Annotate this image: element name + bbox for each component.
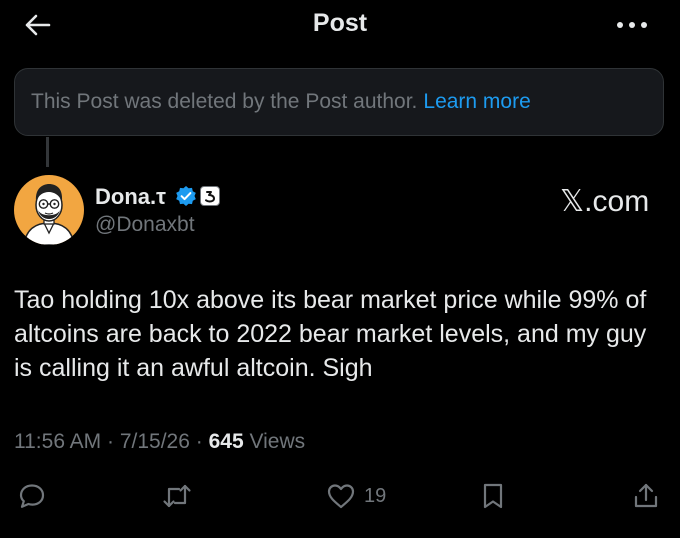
reply-icon bbox=[19, 484, 45, 508]
action-bar: 19 bbox=[0, 476, 680, 516]
deleted-post-notice: This Post was deleted by the Post author… bbox=[14, 68, 664, 136]
heart-icon bbox=[327, 484, 355, 509]
share-icon bbox=[634, 483, 658, 508]
views-count: 645 bbox=[208, 430, 244, 453]
bookmark-icon bbox=[483, 483, 503, 509]
x-com-watermark: 𝕏.com bbox=[560, 185, 650, 218]
author-handle[interactable]: @Donaxbt bbox=[95, 213, 195, 237]
top-bar: Post bbox=[0, 0, 680, 50]
learn-more-link[interactable]: Learn more bbox=[423, 90, 530, 114]
repost-icon bbox=[163, 484, 191, 508]
bookmark-button[interactable] bbox=[480, 480, 506, 512]
meta-separator: · bbox=[195, 430, 209, 453]
post-date[interactable]: 7/15/26 bbox=[120, 430, 190, 453]
like-button[interactable]: 19 bbox=[326, 480, 386, 512]
author-name[interactable]: Dona.τ bbox=[95, 184, 166, 210]
share-button[interactable] bbox=[632, 480, 660, 512]
page-title: Post bbox=[312, 9, 368, 37]
ellipsis-icon bbox=[617, 22, 647, 28]
thread-connector-line bbox=[46, 137, 49, 167]
more-options-button[interactable] bbox=[612, 8, 652, 42]
views-label: Views bbox=[249, 430, 306, 453]
verified-badge-icon bbox=[176, 186, 196, 206]
reply-button[interactable] bbox=[18, 480, 46, 512]
repost-button[interactable] bbox=[162, 480, 192, 512]
post-time[interactable]: 11:56 AM bbox=[14, 430, 101, 453]
meta-separator: · bbox=[107, 430, 120, 453]
post-meta: 11:56 AM · 7/15/26 · 645 Views bbox=[14, 430, 305, 454]
avatar-illustration-icon bbox=[14, 175, 84, 245]
affiliate-logo-icon bbox=[205, 191, 215, 203]
post-text: Tao holding 10x above its bear market pr… bbox=[14, 286, 647, 382]
avatar[interactable] bbox=[14, 175, 84, 245]
like-count: 19 bbox=[364, 484, 387, 507]
affiliate-badge[interactable] bbox=[200, 186, 220, 206]
deleted-notice-text: This Post was deleted by the Post author… bbox=[31, 90, 418, 113]
